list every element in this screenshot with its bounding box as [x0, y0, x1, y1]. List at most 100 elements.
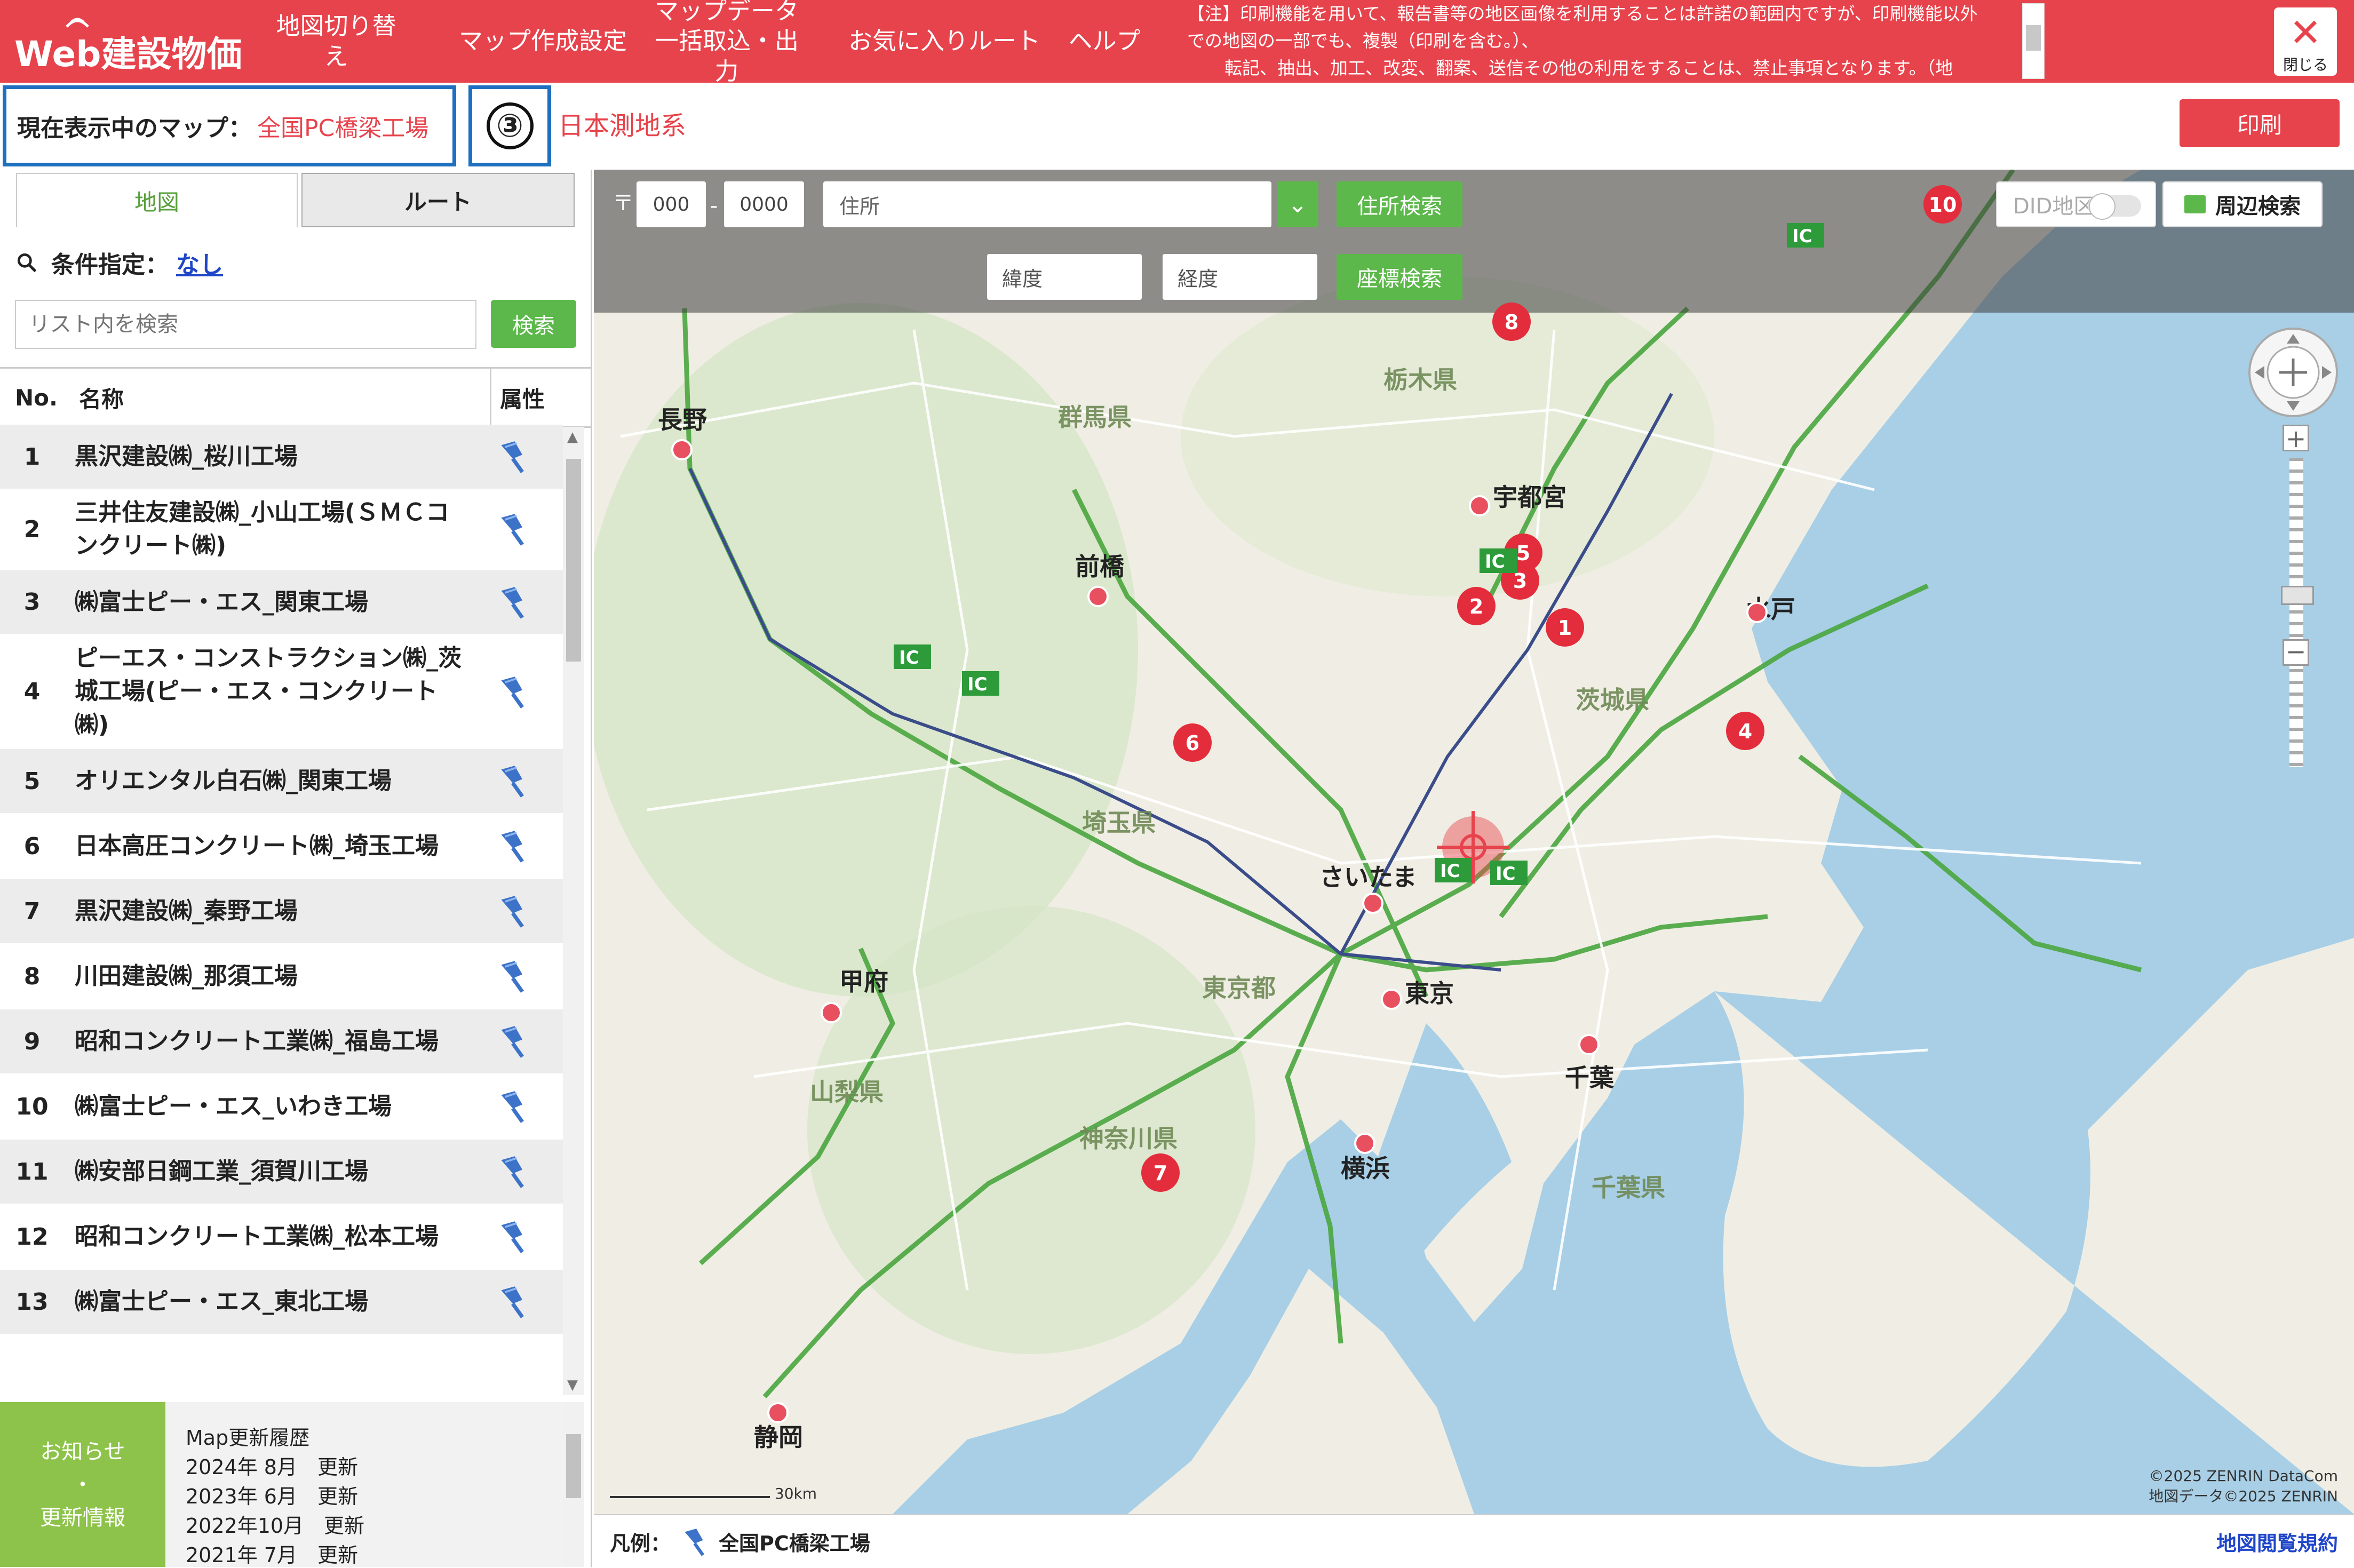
map-view[interactable]: 長野 前橋 宇都宮 水戸 さいたま 東京 千葉 横浜 甲府 静岡 群馬県 栃木県…: [594, 170, 2354, 1514]
row-number: 4: [23, 678, 41, 706]
factory-marker-6[interactable]: 6: [1173, 723, 1212, 762]
zoom-out-button[interactable]: −: [2283, 639, 2309, 666]
list-item[interactable]: 7 黒沢建設㈱_秦野工場: [0, 879, 563, 945]
pref-label-tokyo-to: 東京都: [1202, 974, 1276, 1002]
news-item: 2024年 8月 更新: [186, 1455, 358, 1479]
pushpin-icon[interactable]: [494, 437, 532, 476]
pref-label-tochigi: 栃木県: [1383, 365, 1457, 394]
list-item[interactable]: 9 昭和コンクリート工業㈱_福島工場: [0, 1009, 563, 1075]
map-canvas[interactable]: 長野 前橋 宇都宮 水戸 さいたま 東京 千葉 横浜 甲府 静岡 群馬県 栃木県…: [594, 170, 2354, 1514]
row-name[interactable]: 黒沢建設㈱_秦野工場: [75, 879, 464, 943]
usage-notice: 【注】印刷機能を用いて、報告書等の地区画像を利用することは許諾の範囲内ですが、印…: [1176, 0, 2006, 83]
callout-marker: ③: [468, 85, 551, 166]
nav-map-data-import-export[interactable]: マップデータ 一括取込・出力: [647, 0, 807, 85]
list-scrollbar[interactable]: ▲ ▼: [563, 427, 584, 1395]
nav-map-settings[interactable]: マップ作成設定: [451, 0, 635, 83]
coordinate-search-button[interactable]: 座標検索: [1337, 254, 1462, 300]
city-label-nagano: 長野: [658, 405, 707, 434]
nav-map-switch[interactable]: 地図切り替え: [272, 0, 400, 83]
toggle-switch[interactable]: [2088, 193, 2141, 220]
tab-map[interactable]: 地図: [16, 173, 298, 227]
news-scrollbar[interactable]: [563, 1402, 584, 1567]
row-name[interactable]: 日本高圧コンクリート㈱_埼玉工場: [75, 814, 464, 878]
list-item[interactable]: 4 ピーエス・コンストラクション㈱_茨城工場(ピー・エス・コンクリート㈱): [0, 635, 563, 750]
factory-marker-7[interactable]: 7: [1141, 1153, 1180, 1192]
print-button[interactable]: 印刷: [2180, 99, 2340, 147]
close-button[interactable]: ✕ 閉じる: [2274, 7, 2337, 76]
list-item[interactable]: 1 黒沢建設㈱_桜川工場: [0, 425, 563, 490]
row-name[interactable]: 三井住友建設㈱_小山工場(ＳＭＣコンクリート㈱): [75, 490, 464, 569]
nav-help[interactable]: ヘルプ: [1064, 0, 1144, 83]
did-district-toggle[interactable]: DID地区: [1996, 181, 2156, 227]
datum-label: 日本測地系: [558, 111, 687, 141]
zip-dash: -: [710, 194, 718, 218]
pushpin-icon[interactable]: [494, 957, 532, 996]
list-item[interactable]: 3 ㈱富士ピー・エス_関東工場: [0, 570, 563, 635]
close-icon: ✕: [2289, 10, 2322, 55]
row-number: 8: [23, 962, 41, 990]
news-box[interactable]: お知らせ ・ 更新情報: [0, 1402, 165, 1567]
zoom-in-button[interactable]: +: [2283, 425, 2309, 451]
list-item[interactable]: 13 ㈱富士ピー・エス_東北工場: [0, 1270, 563, 1335]
legend-label: 凡例：: [610, 1532, 671, 1555]
pushpin-icon[interactable]: [494, 510, 532, 548]
address-search-button[interactable]: 住所検索: [1337, 181, 1462, 227]
row-name[interactable]: オリエンタル白石㈱_関東工場: [75, 749, 464, 813]
pref-label-kanagawa: 神奈川県: [1079, 1124, 1178, 1153]
pushpin-icon[interactable]: [494, 762, 532, 800]
pushpin-icon[interactable]: [494, 1022, 532, 1061]
pushpin-icon[interactable]: [494, 1087, 532, 1126]
list-item[interactable]: 8 川田建設㈱_那須工場: [0, 944, 563, 1010]
pushpin-icon[interactable]: [494, 1152, 532, 1191]
zip-code-first-input[interactable]: 000: [637, 181, 706, 227]
pushpin-icon[interactable]: [494, 892, 532, 930]
longitude-input[interactable]: 経度: [1163, 254, 1317, 300]
list-item[interactable]: 11 ㈱安部日鋼工業_須賀川工場: [0, 1140, 563, 1205]
nearby-search-button[interactable]: 周辺検索: [2162, 181, 2323, 227]
row-name[interactable]: ㈱富士ピー・エス_いわき工場: [75, 1074, 464, 1139]
row-name[interactable]: 黒沢建設㈱_桜川工場: [75, 425, 464, 489]
row-name[interactable]: 昭和コンクリート工業㈱_福島工場: [75, 1009, 464, 1073]
list-item[interactable]: 12 昭和コンクリート工業㈱_松本工場: [0, 1205, 563, 1270]
chevron-down-icon[interactable]: ⌄: [1277, 181, 1318, 227]
list-item[interactable]: 6 日本高圧コンクリート㈱_埼玉工場: [0, 814, 563, 880]
pan-control[interactable]: [2245, 324, 2341, 420]
list-item[interactable]: 10 ㈱富士ピー・エス_いわき工場: [0, 1074, 563, 1140]
list-item[interactable]: 5 オリエンタル白石㈱_関東工場: [0, 749, 563, 815]
factory-marker-8[interactable]: 8: [1492, 303, 1531, 341]
map-terms-link[interactable]: 地図閲覧規約: [2216, 1527, 2338, 1556]
map-scale: 30km: [610, 1485, 817, 1502]
pushpin-icon[interactable]: [494, 673, 532, 711]
latitude-input[interactable]: 緯度: [987, 254, 1142, 300]
web-kensetsu-bukka-logo[interactable]: Web建設物価: [13, 6, 248, 76]
notice-scrollbar[interactable]: [2022, 3, 2045, 79]
row-name[interactable]: ㈱安部日鋼工業_須賀川工場: [75, 1140, 464, 1204]
row-name[interactable]: ㈱富士ピー・エス_東北工場: [75, 1270, 464, 1334]
tab-route[interactable]: ルート: [301, 173, 575, 227]
list-search-button[interactable]: 検索: [491, 300, 576, 348]
zoom-slider-handle[interactable]: [2281, 586, 2314, 605]
svg-text:4: 4: [1738, 720, 1752, 743]
list-item[interactable]: 2 三井住友建設㈱_小山工場(ＳＭＣコンクリート㈱): [0, 490, 563, 570]
pushpin-icon[interactable]: [494, 1217, 532, 1256]
pushpin-icon[interactable]: [494, 583, 532, 622]
zip-code-second-input[interactable]: 0000: [724, 181, 804, 227]
row-number: 6: [23, 832, 41, 860]
list-search-input[interactable]: [15, 300, 476, 349]
factory-marker-2[interactable]: 2: [1457, 587, 1496, 625]
row-name[interactable]: ㈱富士ピー・エス_関東工場: [75, 570, 464, 634]
factory-marker-1[interactable]: 1: [1546, 608, 1584, 647]
row-name[interactable]: 川田建設㈱_那須工場: [75, 944, 464, 1008]
condition-value-link[interactable]: なし: [176, 245, 223, 280]
address-select[interactable]: 住所: [823, 181, 1271, 227]
pushpin-icon[interactable]: [494, 827, 532, 865]
nav-favorite-routes[interactable]: お気に入りルート: [843, 0, 1046, 83]
pushpin-icon[interactable]: [494, 1283, 532, 1321]
factory-marker-10[interactable]: 10: [1923, 185, 1962, 224]
row-name[interactable]: 昭和コンクリート工業㈱_松本工場: [75, 1205, 464, 1269]
svg-text:7: 7: [1154, 1161, 1167, 1185]
zoom-slider[interactable]: [2289, 458, 2303, 767]
row-name[interactable]: ピーエス・コンストラクション㈱_茨城工場(ピー・エス・コンクリート㈱): [75, 635, 464, 748]
svg-text:Web建設物価: Web建設物価: [14, 34, 242, 75]
factory-marker-4[interactable]: 4: [1726, 712, 1764, 750]
